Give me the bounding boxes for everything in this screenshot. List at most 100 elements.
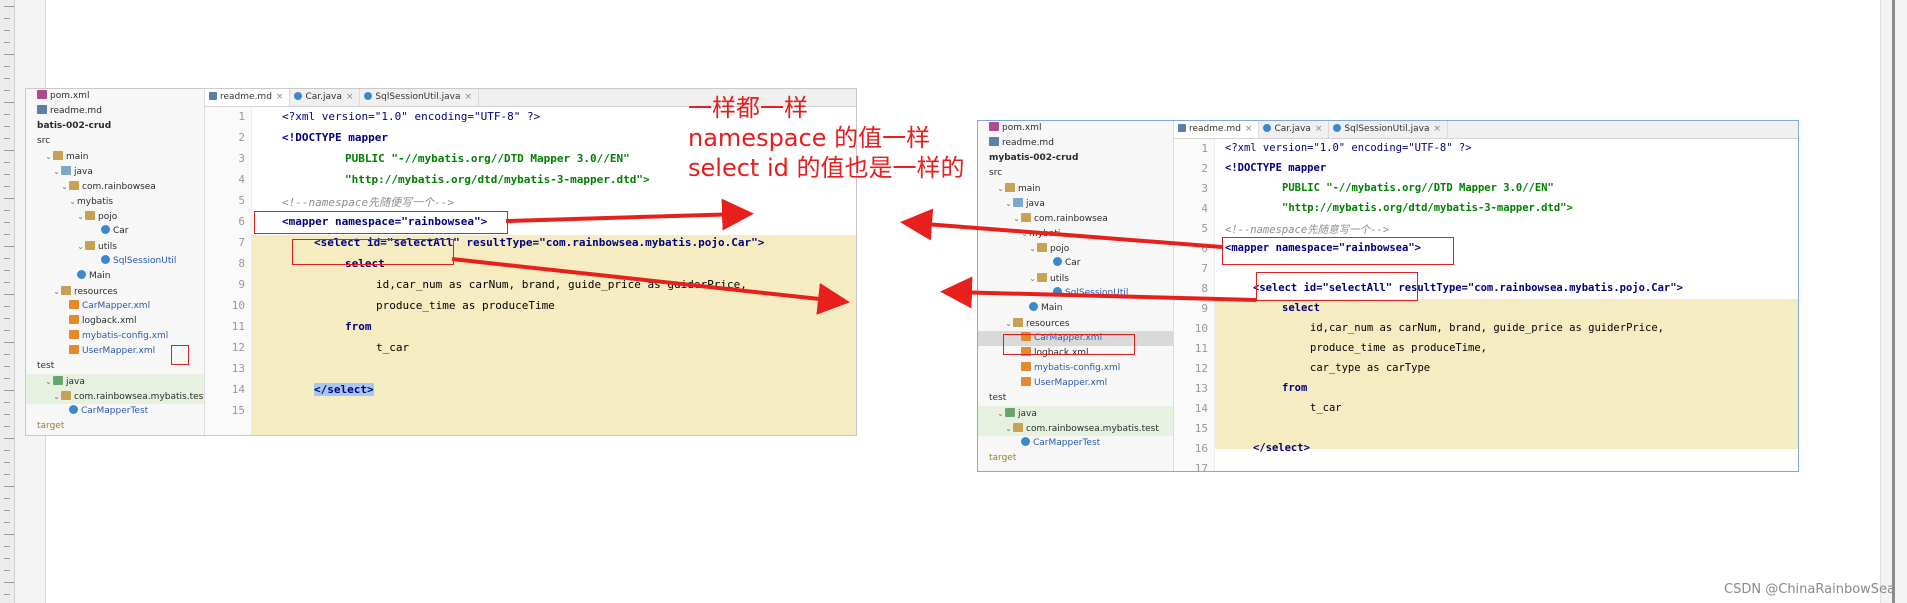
chevron-down-icon[interactable]: ⌄ <box>1020 226 1029 241</box>
tree-item[interactable]: src <box>978 166 1173 181</box>
tree-item[interactable]: readme.md <box>26 104 204 119</box>
tree-item[interactable]: Main <box>26 269 204 284</box>
tree-item[interactable]: ⌄ main <box>978 181 1173 196</box>
tree-item[interactable]: SqlSessionUtil <box>978 286 1173 301</box>
ruler-tick <box>4 174 10 175</box>
ruler-tick <box>4 522 10 523</box>
chevron-down-icon[interactable]: ⌄ <box>1012 211 1021 226</box>
chevron-down-icon[interactable]: ⌄ <box>1028 241 1037 256</box>
chevron-down-icon[interactable]: ⌄ <box>76 239 85 254</box>
chevron-down-icon[interactable]: ⌄ <box>1004 421 1013 436</box>
tree-item[interactable]: pom.xml <box>26 89 204 104</box>
scrollbar[interactable] <box>1880 0 1907 603</box>
tree-item[interactable]: CarMapperTest <box>26 404 204 419</box>
close-icon[interactable]: × <box>1245 124 1253 134</box>
src-folder-icon <box>61 166 71 175</box>
tree-item[interactable]: Car <box>26 224 204 239</box>
tree-item[interactable]: ⌄ main <box>26 149 204 164</box>
pom-icon <box>37 90 47 99</box>
tree-item[interactable]: ⌄ com.rainbowsea <box>978 211 1173 226</box>
chevron-down-icon[interactable]: ⌄ <box>52 164 61 179</box>
tree-item[interactable]: ⌄ java <box>978 196 1173 211</box>
tree-item[interactable]: mybatis-002-crud <box>978 151 1173 166</box>
tree-item[interactable]: batis-002-crud <box>26 119 204 134</box>
chevron-down-icon[interactable]: ⌄ <box>1004 316 1013 331</box>
tree-item[interactable]: ⌄ utils <box>26 239 204 254</box>
folder-icon <box>85 241 95 250</box>
line-number: 13 <box>231 362 245 375</box>
tree-item[interactable]: ⌄mybati <box>978 226 1173 241</box>
editor-tab[interactable]: readme.md × <box>205 89 291 106</box>
close-icon[interactable]: × <box>1434 124 1442 134</box>
chevron-down-icon[interactable]: ⌄ <box>76 209 85 224</box>
tree-item[interactable]: CarMapperTest <box>978 436 1173 451</box>
chevron-down-icon[interactable]: ⌄ <box>52 284 61 299</box>
tree-item-label: utils <box>98 242 117 252</box>
tree-item[interactable]: Main <box>978 301 1173 316</box>
tree-item-label: java <box>66 377 85 387</box>
tree-item[interactable]: mybatis-config.xml <box>978 361 1173 376</box>
code-editor[interactable]: <?xml version="1.0" encoding="UTF-8" ?> … <box>1215 139 1798 471</box>
chevron-down-icon[interactable]: ⌄ <box>1028 271 1037 286</box>
editor-tab[interactable]: readme.md × <box>1174 121 1260 138</box>
tree-item[interactable]: ⌄ resources <box>978 316 1173 331</box>
tree-item[interactable]: ⌄ java <box>26 164 204 179</box>
editor-tab[interactable]: SqlSessionUtil.java × <box>1329 121 1449 138</box>
chevron-down-icon[interactable]: ⌄ <box>68 194 77 209</box>
tree-item[interactable]: target <box>978 451 1173 466</box>
tree-item-label: test <box>37 361 55 371</box>
close-icon[interactable]: × <box>346 92 354 102</box>
ruler-tick <box>4 402 10 403</box>
tree-item-label: target <box>989 453 1017 463</box>
folder-icon <box>1037 273 1047 282</box>
tree-item-label: pojo <box>98 212 118 222</box>
tree-item[interactable]: CarMapper.xml <box>26 299 204 314</box>
editor-tab[interactable]: Car.java × <box>1259 121 1330 138</box>
tree-item[interactable]: ⌄ com.rainbowsea <box>26 179 204 194</box>
chevron-down-icon[interactable]: ⌄ <box>996 181 1005 196</box>
tree-item[interactable]: logback.xml <box>26 314 204 329</box>
tree-item[interactable]: ⌄ resources <box>26 284 204 299</box>
ruler-tick <box>4 126 10 127</box>
tree-item[interactable]: ⌄ com.rainbowsea.mybatis.test <box>978 421 1173 436</box>
chevron-down-icon[interactable]: ⌄ <box>44 149 53 164</box>
tree-item[interactable]: ⌄ utils <box>978 271 1173 286</box>
tree-item[interactable]: ⌄ pojo <box>26 209 204 224</box>
line-number: 11 <box>1194 342 1208 355</box>
line-number: 6 <box>1201 242 1208 255</box>
chevron-down-icon[interactable]: ⌄ <box>44 374 53 389</box>
chevron-down-icon[interactable]: ⌄ <box>60 179 69 194</box>
tree-item[interactable]: SqlSessionUtil <box>26 254 204 269</box>
ruler-tick <box>4 234 10 235</box>
tree-item[interactable]: ⌄ com.rainbowsea.mybatis.test <box>26 389 204 404</box>
folder-icon <box>1021 213 1031 222</box>
tree-item[interactable]: Car <box>978 256 1173 271</box>
editor-tab[interactable]: Car.java × <box>290 89 361 106</box>
tree-item-label: UserMapper.xml <box>82 346 156 356</box>
class-icon <box>1053 287 1062 296</box>
project-tree[interactable]: pom.xml readme.md mybatis-002-crud src ⌄ main… <box>978 121 1174 471</box>
editor-tabs[interactable]: readme.md × Car.java × SqlSessionUtil.java × <box>1174 121 1798 139</box>
close-icon[interactable]: × <box>1315 124 1323 134</box>
close-icon[interactable]: × <box>276 92 284 102</box>
tree-item[interactable]: test <box>978 391 1173 406</box>
ruler-tick <box>4 498 10 499</box>
tree-item[interactable]: ⌄mybatis <box>26 194 204 209</box>
tree-item[interactable]: src <box>26 134 204 149</box>
tree-item[interactable]: pom.xml <box>978 121 1173 136</box>
tree-item[interactable]: mybatis-config.xml <box>26 329 204 344</box>
chevron-down-icon[interactable]: ⌄ <box>52 389 61 404</box>
chevron-down-icon[interactable]: ⌄ <box>1004 196 1013 211</box>
tree-item[interactable]: target <box>26 419 204 434</box>
tree-item[interactable]: ⌄ pojo <box>978 241 1173 256</box>
scrollbar-track[interactable] <box>1892 0 1895 603</box>
tree-item-label: resources <box>1026 319 1070 329</box>
close-icon[interactable]: × <box>465 92 473 102</box>
tree-item[interactable]: readme.md <box>978 136 1173 151</box>
editor-tab[interactable]: SqlSessionUtil.java × <box>360 89 480 106</box>
tree-item[interactable]: UserMapper.xml <box>978 376 1173 391</box>
tree-item[interactable]: ⌄ java <box>978 406 1173 421</box>
chevron-down-icon[interactable]: ⌄ <box>996 406 1005 421</box>
tree-item[interactable]: ⌄ java <box>26 374 204 389</box>
project-tree[interactable]: pom.xml readme.md batis-002-crud src ⌄ main ⌄ j… <box>26 89 205 435</box>
